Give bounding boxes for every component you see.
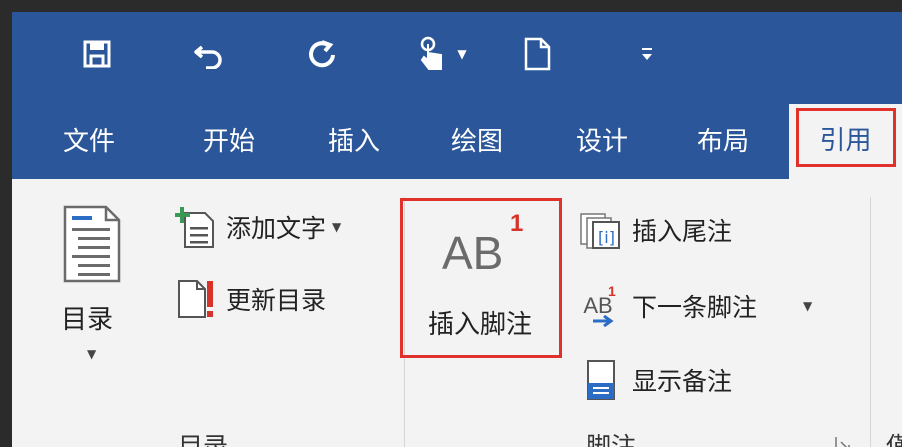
undo-icon [194, 45, 222, 69]
next-footnote-icon: AB 1 [572, 283, 624, 329]
insert-endnote-label: 插入尾注 [632, 217, 733, 246]
table-of-contents-button[interactable]: 目录 ▼ [47, 199, 137, 369]
save-icon [83, 40, 111, 68]
arrow-right-icon [593, 315, 614, 327]
undo-button[interactable] [184, 34, 234, 74]
tab-insert[interactable]: 插入 [309, 112, 399, 172]
ribbon-references: 目录 ▼ 添加文字 ▼ 更新目录 目录 AB 1 插入脚注 [i] 插入尾注 A… [12, 179, 902, 447]
quick-access-toolbar: ▼ [12, 12, 902, 92]
show-notes-label: 显示备注 [632, 367, 733, 396]
footnotes-dialog-launcher[interactable] [834, 435, 852, 447]
tab-draw[interactable]: 绘图 [432, 112, 522, 172]
chevron-down-icon: ▼ [332, 220, 342, 234]
new-document-icon [524, 37, 551, 71]
customize-qat-button[interactable] [632, 34, 662, 74]
tab-layout[interactable]: 布局 [678, 112, 768, 172]
tab-references[interactable]: 引用 [789, 104, 902, 179]
insert-endnote-button[interactable]: [i] 插入尾注 [578, 207, 732, 253]
next-footnote-button[interactable]: AB 1 下一条脚注 ▼ [572, 283, 812, 329]
footnotes-group-label: 脚注 [586, 432, 637, 447]
update-table-label: 更新目录 [226, 286, 327, 315]
add-text-icon [172, 204, 218, 250]
toc-group-label: 目录 [178, 432, 229, 447]
chevron-down-icon[interactable]: ▼ [803, 299, 812, 313]
show-notes-button[interactable]: 显示备注 [578, 357, 732, 403]
insert-footnote-highlight [400, 198, 562, 358]
touch-mode-icon [421, 36, 443, 70]
add-text-button[interactable]: 添加文字 ▼ [172, 204, 341, 250]
customize-qat-icon [642, 48, 652, 60]
redo-button[interactable] [297, 34, 347, 74]
svg-text:[i]: [i] [598, 228, 615, 247]
group-divider [870, 197, 871, 447]
add-text-label: 添加文字 [226, 214, 327, 243]
insert-endnote-icon: [i] [578, 207, 624, 253]
new-document-button[interactable] [517, 34, 557, 74]
tab-file[interactable]: 文件 [44, 112, 134, 172]
chevron-down-icon: ▼ [87, 347, 97, 361]
tab-home[interactable]: 开始 [184, 112, 274, 172]
show-notes-icon [578, 357, 624, 403]
update-table-icon [172, 276, 218, 322]
next-footnote-icon-superscript: 1 [608, 283, 616, 299]
chevron-down-icon: ▼ [457, 47, 467, 61]
update-table-button[interactable]: 更新目录 [172, 276, 326, 322]
next-group-label: 僅 [886, 432, 902, 447]
dialog-launcher-icon [835, 437, 850, 447]
save-button[interactable] [72, 34, 122, 74]
ribbon-tab-bar: 文件 开始 插入 绘图 设计 布局 引用 [12, 92, 902, 179]
word-window: ▼ 文件 开始 插入 绘图 设计 布局 引用 目录 ▼ 添加文字 ▼ 更新目录 … [12, 12, 902, 447]
toc-button-label: 目录 [61, 305, 114, 335]
tab-design[interactable]: 设计 [557, 112, 647, 172]
redo-icon [309, 40, 335, 68]
next-footnote-label: 下一条脚注 [632, 293, 758, 322]
touch-mode-button[interactable]: ▼ [407, 34, 477, 74]
table-of-contents-icon [63, 205, 121, 283]
